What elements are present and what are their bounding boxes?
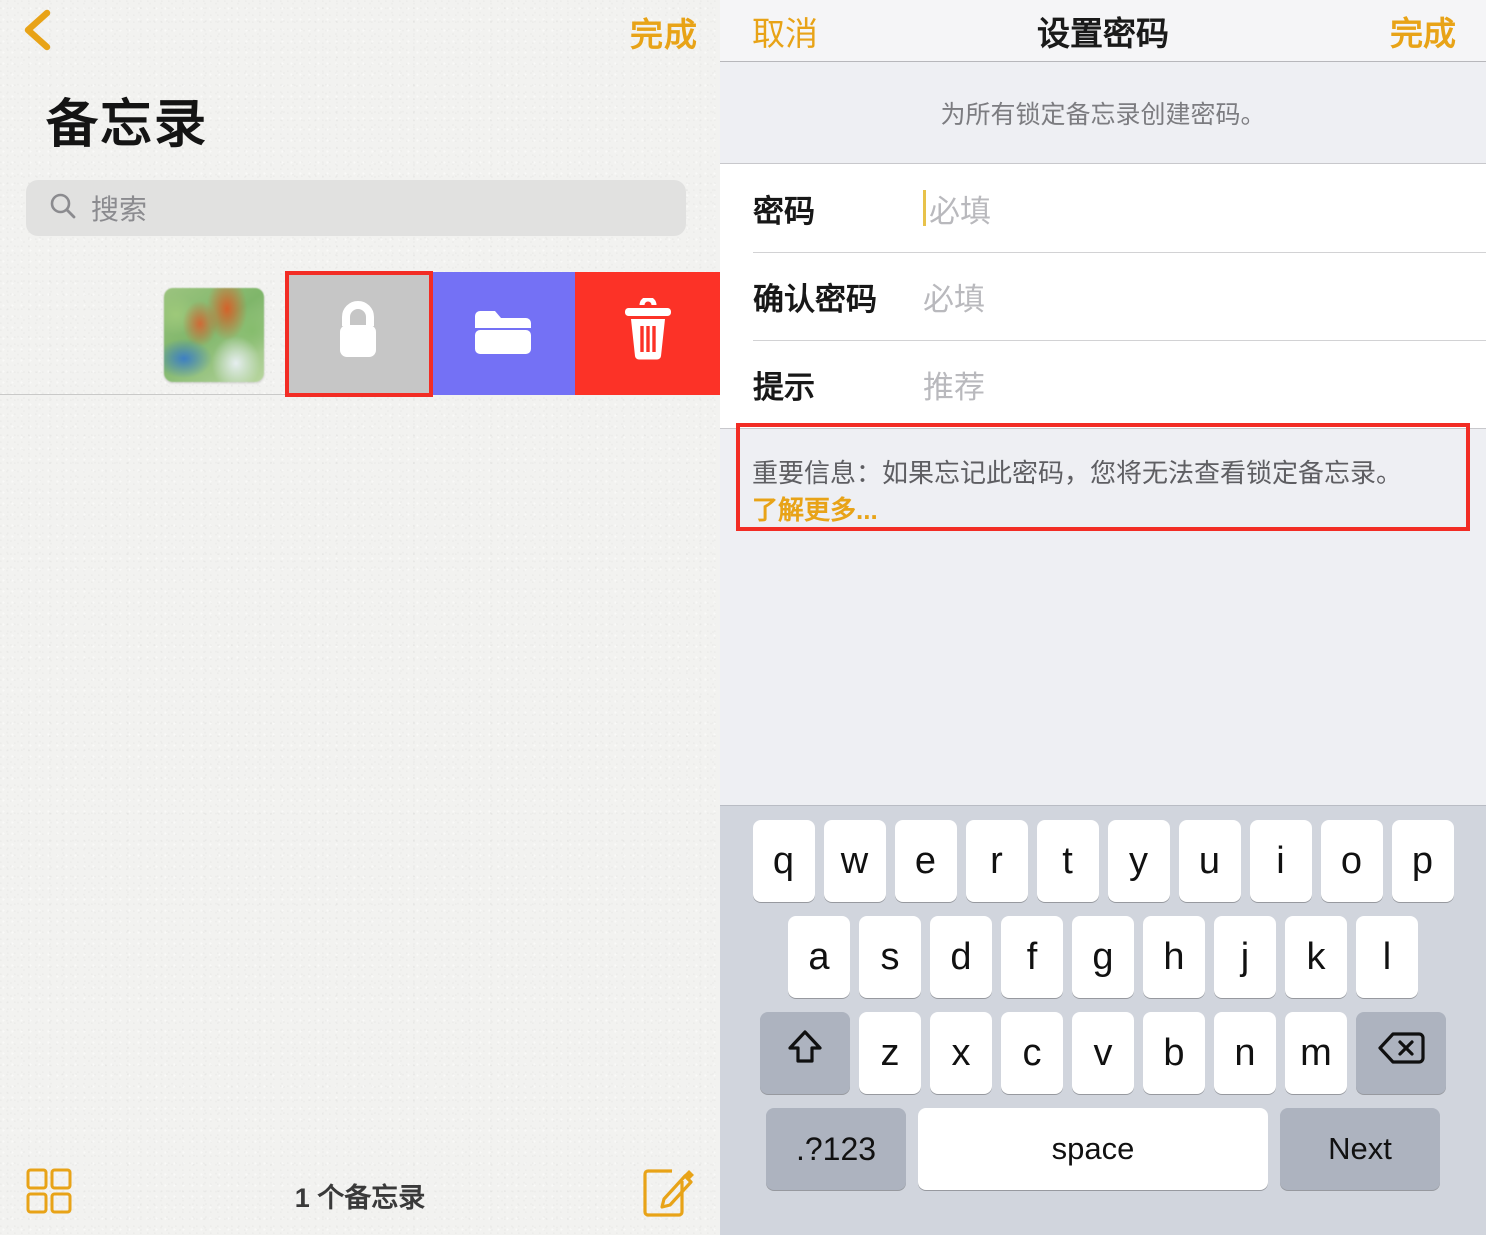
done-button-right[interactable]: 完成	[1390, 7, 1456, 55]
space-key[interactable]: space	[918, 1108, 1268, 1190]
key-e[interactable]: e	[894, 820, 957, 902]
key-l[interactable]: l	[1356, 916, 1418, 998]
note-thumbnail-image	[164, 288, 264, 382]
search-icon	[48, 191, 78, 226]
screenshot-root: 完成 备忘录 搜索 1 个备忘录 取消 设置密码 完成 为所有锁定备忘录创建密码…	[0, 0, 1486, 1235]
trash-icon	[620, 296, 676, 369]
confirm-password-field-placeholder: 必填	[923, 281, 985, 317]
key-j[interactable]: j	[1214, 916, 1276, 998]
notes-list-panel: 完成 备忘录 搜索 1 个备忘录	[0, 0, 720, 1235]
key-f[interactable]: f	[1001, 916, 1063, 998]
key-k[interactable]: k	[1285, 916, 1347, 998]
numeric-mode-key[interactable]: .?123	[766, 1108, 906, 1190]
key-a[interactable]: a	[788, 916, 850, 998]
section-description: 为所有锁定备忘录创建密码。	[720, 62, 1486, 164]
back-button[interactable]	[18, 8, 56, 52]
done-button-left[interactable]: 完成	[630, 8, 698, 56]
notes-bottom-toolbar: 1 个备忘录	[0, 1150, 720, 1235]
key-n[interactable]: n	[1214, 1012, 1276, 1094]
navigation-bar: 取消 设置密码 完成	[720, 0, 1486, 62]
set-password-panel: 取消 设置密码 完成 为所有锁定备忘录创建密码。 密码 必填 确认密码 必填 提…	[720, 0, 1486, 1235]
swipe-action-move-to-folder[interactable]	[430, 272, 575, 395]
list-row-divider	[0, 394, 288, 395]
nav-title: 设置密码	[1037, 14, 1169, 52]
key-o[interactable]: o	[1320, 820, 1383, 902]
key-c[interactable]: c	[1001, 1012, 1063, 1094]
key-v[interactable]: v	[1072, 1012, 1134, 1094]
password-field-input[interactable]: 必填	[923, 186, 991, 231]
key-t[interactable]: t	[1036, 820, 1099, 902]
backspace-icon	[1377, 1030, 1425, 1076]
page-title: 备忘录	[46, 96, 209, 154]
key-g[interactable]: g	[1072, 916, 1134, 998]
search-placeholder: 搜索	[91, 194, 148, 225]
backspace-key[interactable]	[1356, 1012, 1446, 1094]
key-d[interactable]: d	[930, 916, 992, 998]
key-i[interactable]: i	[1249, 820, 1312, 902]
warning-text-container: 重要信息：如果忘记此密码，您将无法查看锁定备忘录。 了解更多...	[752, 455, 1412, 529]
key-z[interactable]: z	[859, 1012, 921, 1094]
keyboard-row-1: q w e r t y u i o p	[720, 820, 1486, 902]
password-fields-group: 密码 必填 确认密码 必填 提示 推荐	[720, 164, 1486, 428]
key-r[interactable]: r	[965, 820, 1028, 902]
keyboard-row-4: .?123 space Next	[720, 1108, 1486, 1190]
shift-arrow-icon	[785, 1027, 825, 1079]
compose-note-button[interactable]	[642, 1164, 694, 1223]
lock-icon	[329, 296, 387, 371]
learn-more-link[interactable]: 了解更多...	[752, 495, 878, 525]
keyboard-row-3: z x c v b n m	[720, 1012, 1486, 1094]
next-key[interactable]: Next	[1280, 1108, 1440, 1190]
text-cursor	[923, 190, 926, 226]
key-q[interactable]: q	[752, 820, 815, 902]
swipe-action-lock[interactable]	[285, 272, 430, 395]
note-list-item-swiped	[0, 272, 720, 395]
hint-field-row[interactable]: 提示 推荐	[720, 340, 1486, 428]
on-screen-keyboard: q w e r t y u i o p a s d f g h j k l z …	[720, 805, 1486, 1235]
key-m[interactable]: m	[1285, 1012, 1347, 1094]
shift-key[interactable]	[760, 1012, 850, 1094]
note-item-content[interactable]	[0, 272, 285, 395]
folder-icon	[471, 304, 535, 363]
password-field-label: 密码	[753, 193, 815, 229]
key-b[interactable]: b	[1143, 1012, 1205, 1094]
hint-field-label: 提示	[753, 369, 815, 405]
key-s[interactable]: s	[859, 916, 921, 998]
confirm-password-field-input[interactable]: 必填	[923, 274, 985, 319]
key-u[interactable]: u	[1178, 820, 1241, 902]
key-x[interactable]: x	[930, 1012, 992, 1094]
hint-field-placeholder: 推荐	[923, 369, 985, 405]
compose-icon	[642, 1169, 694, 1222]
search-input[interactable]: 搜索	[26, 180, 686, 236]
password-field-row[interactable]: 密码 必填	[720, 164, 1486, 252]
note-count-label: 1 个备忘录	[294, 1183, 426, 1213]
warning-message-block: 重要信息：如果忘记此密码，您将无法查看锁定备忘录。 了解更多...	[720, 429, 1486, 559]
password-field-placeholder: 必填	[929, 193, 991, 229]
key-p[interactable]: p	[1391, 820, 1454, 902]
key-y[interactable]: y	[1107, 820, 1170, 902]
cancel-button[interactable]: 取消	[752, 7, 818, 55]
hint-field-input[interactable]: 推荐	[923, 362, 985, 407]
confirm-password-field-row[interactable]: 确认密码 必填	[720, 252, 1486, 340]
confirm-password-field-label: 确认密码	[753, 281, 877, 317]
key-h[interactable]: h	[1143, 916, 1205, 998]
chevron-left-icon	[20, 7, 54, 53]
keyboard-row-2: a s d f g h j k l	[720, 916, 1486, 998]
swipe-action-delete[interactable]	[575, 272, 720, 395]
key-w[interactable]: w	[823, 820, 886, 902]
warning-text: 重要信息：如果忘记此密码，您将无法查看锁定备忘录。	[752, 458, 1403, 488]
